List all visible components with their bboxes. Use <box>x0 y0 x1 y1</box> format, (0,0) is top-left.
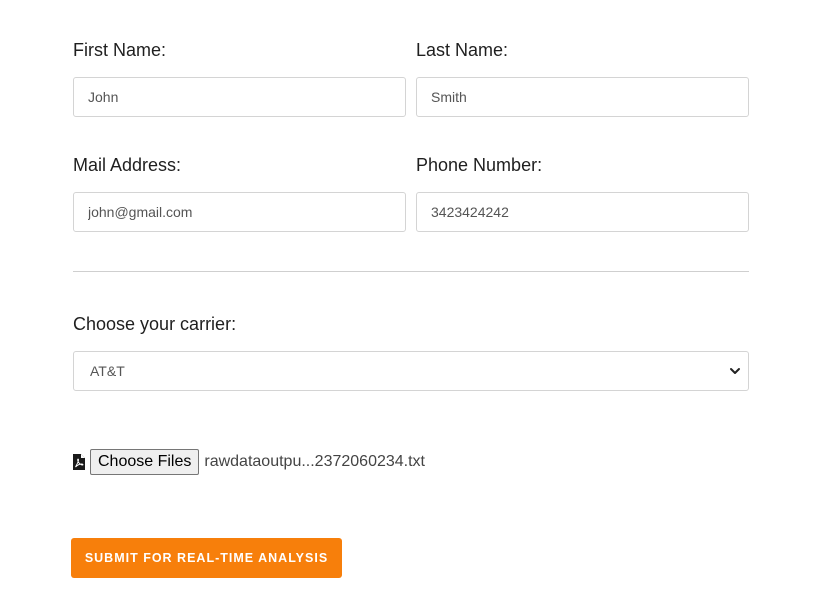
file-upload-row: Choose Files rawdataoutpu...2372060234.t… <box>72 449 425 475</box>
email-label: Mail Address: <box>73 155 182 175</box>
last-name-input[interactable] <box>416 77 749 117</box>
email-input[interactable] <box>73 192 406 232</box>
carrier-selected-value: AT&T <box>90 363 125 379</box>
submit-button[interactable]: SUBMIT FOR REAL-TIME ANALYSIS <box>71 538 342 578</box>
section-divider <box>73 271 749 272</box>
last-name-label: Last Name: <box>416 40 509 60</box>
carrier-select[interactable]: AT&T <box>73 351 749 391</box>
first-name-input[interactable] <box>73 77 406 117</box>
choose-files-button[interactable]: Choose Files <box>90 449 200 475</box>
file-pdf-icon <box>72 453 86 471</box>
contact-form: First Name: Last Name: Mail Address: Pho… <box>0 0 830 605</box>
phone-label: Phone Number: <box>416 155 543 175</box>
first-name-label: First Name: <box>73 40 167 60</box>
carrier-label: Choose your carrier: <box>73 314 237 334</box>
chevron-down-icon <box>728 364 742 378</box>
phone-input[interactable] <box>416 192 749 232</box>
selected-file-name: rawdataoutpu...2372060234.txt <box>204 453 425 470</box>
